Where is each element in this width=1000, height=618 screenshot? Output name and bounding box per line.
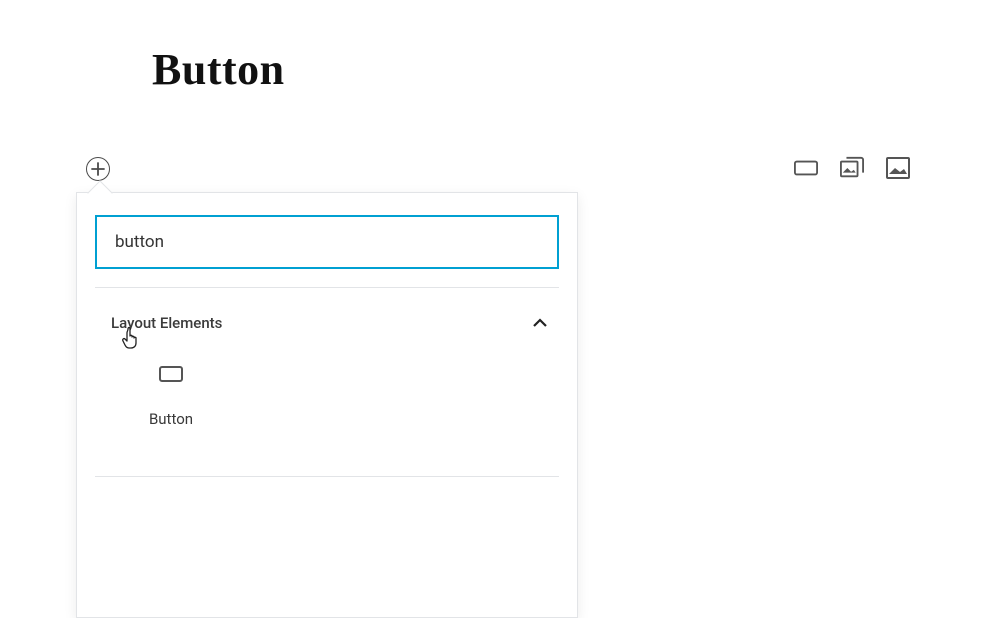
image-icon bbox=[886, 157, 910, 179]
block-label: Button bbox=[105, 410, 237, 428]
insert-image-block[interactable] bbox=[886, 156, 910, 180]
section-title: Layout Elements bbox=[111, 314, 222, 332]
button-icon bbox=[794, 158, 818, 178]
button-icon bbox=[159, 366, 183, 382]
page-title: Button bbox=[152, 44, 285, 95]
section-header[interactable]: Layout Elements bbox=[77, 288, 577, 342]
plus-icon bbox=[91, 162, 105, 176]
insert-gallery-block[interactable] bbox=[840, 156, 864, 180]
gallery-icon bbox=[840, 156, 864, 180]
search-input[interactable] bbox=[95, 215, 559, 269]
block-list: Button bbox=[77, 342, 577, 476]
block-inserter-panel: Layout Elements Button bbox=[76, 192, 578, 618]
block-item-button[interactable]: Button bbox=[95, 352, 247, 446]
search-container bbox=[77, 193, 577, 287]
divider bbox=[95, 476, 559, 477]
add-block-button[interactable] bbox=[86, 157, 110, 181]
chevron-up-icon bbox=[531, 314, 549, 332]
insert-button-block[interactable] bbox=[794, 156, 818, 180]
block-type-toolbar bbox=[794, 156, 910, 180]
